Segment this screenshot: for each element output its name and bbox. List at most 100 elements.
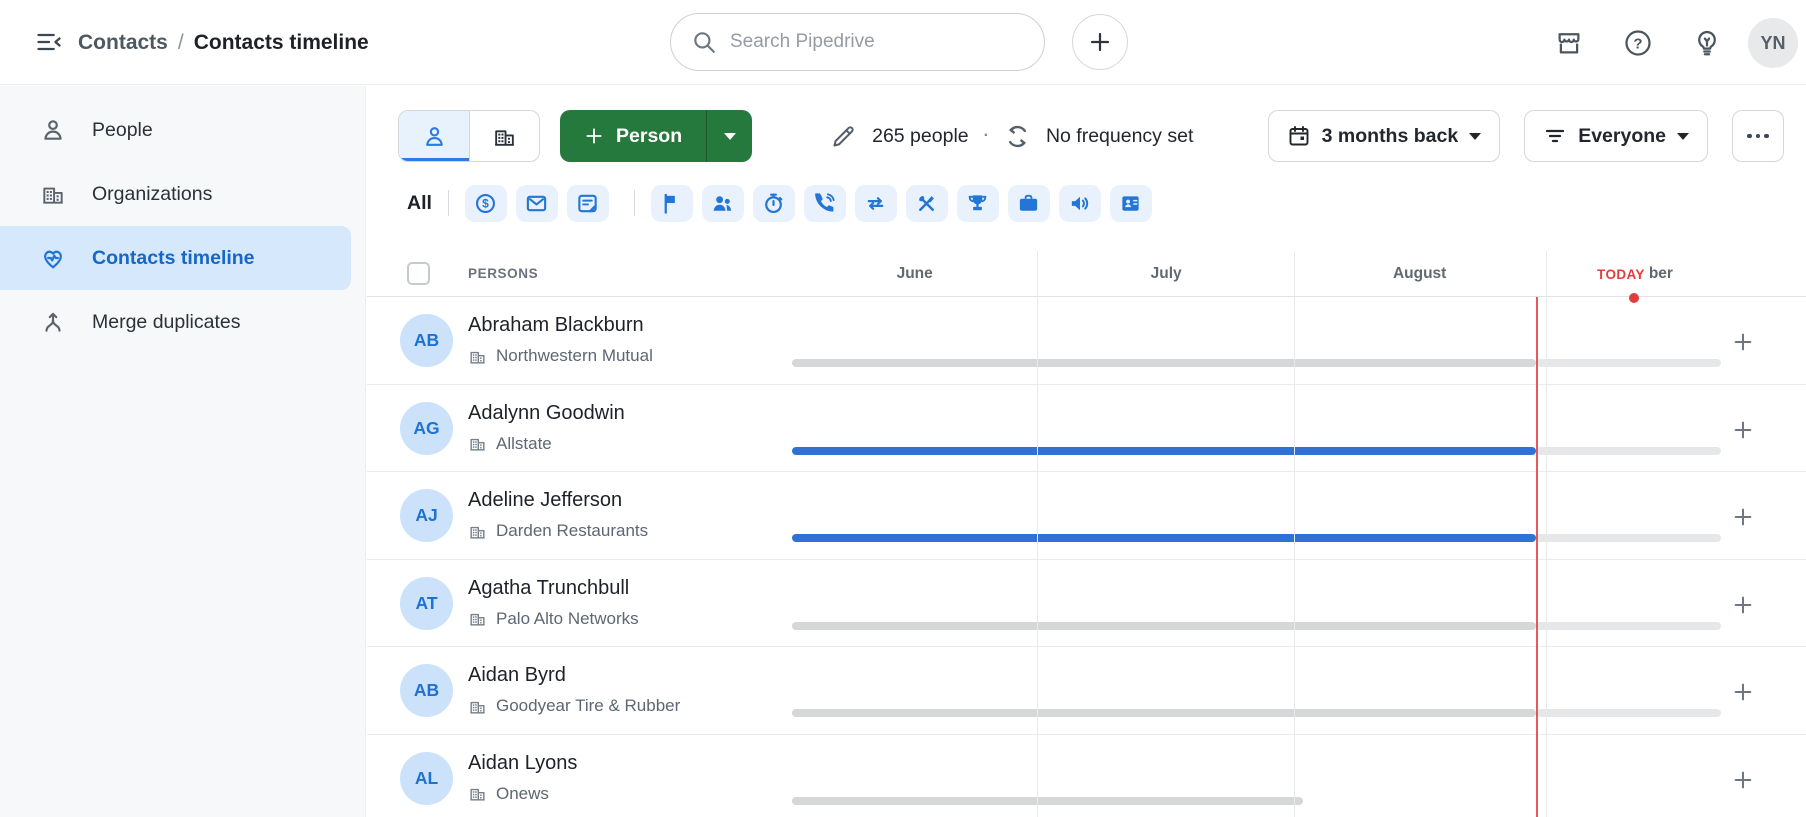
timeline-header: June July August TODAY ber [792,251,1806,303]
person-organization[interactable]: Northwestern Mutual [468,346,653,366]
collapse-nav-button[interactable] [30,24,68,62]
frequency-status[interactable]: No frequency set [1046,125,1193,148]
date-range-button[interactable]: 3 months back [1267,110,1501,162]
person-name[interactable]: Abraham Blackburn [468,314,644,337]
sidebar-item-contacts-timeline[interactable]: Contacts timeline [0,226,351,290]
month-header-june: June [896,265,933,282]
person-name[interactable]: Adeline Jefferson [468,489,622,512]
trophy-icon [966,192,989,215]
activity-filter-trophy[interactable] [956,184,999,222]
person-name[interactable]: Agatha Trunchbull [468,577,629,600]
add-activity-button[interactable] [1728,590,1758,620]
person-icon [40,117,66,143]
avatar[interactable]: AB [400,664,453,717]
add-person-button[interactable]: Person [560,110,707,162]
plus-icon [1732,506,1754,528]
organization-name: Goodyear Tire & Rubber [496,696,681,715]
activity-filter-flag[interactable] [650,184,693,222]
collapse-nav-icon [35,44,63,59]
add-activity-button[interactable] [1728,765,1758,795]
add-activity-button[interactable] [1728,415,1758,445]
activity-filter-contact-card[interactable] [1109,184,1152,222]
month-header-august: August [1392,265,1447,282]
quick-add-button[interactable] [1072,14,1128,70]
filter-lines-icon [1543,124,1567,148]
question-mark-icon [1623,28,1653,58]
avatar[interactable]: AG [400,401,453,455]
timeline-bar-past-inactive [792,709,1537,717]
activity-filter-briefcase[interactable] [1007,184,1050,222]
person-icon [422,124,447,149]
merge-icon [40,309,66,335]
search-input[interactable] [730,31,1024,53]
add-person-dropdown-button[interactable] [706,110,753,162]
toggle-people-view[interactable] [399,111,469,161]
building-icon [468,522,487,541]
add-activity-button[interactable] [1728,677,1758,707]
activity-filter-audio[interactable] [1058,184,1101,222]
add-activity-button[interactable] [1728,502,1758,532]
more-options-button[interactable] [1732,110,1784,162]
toggle-organizations-view[interactable] [469,111,539,161]
timeline-bar-future [1536,359,1721,367]
meeting-people-icon [711,192,734,215]
lightbulb-icon [1692,28,1722,58]
person-name[interactable]: Aidan Byrd [468,664,566,687]
activity-filter-meeting[interactable] [701,184,744,222]
stopwatch-icon [762,192,785,215]
help-button[interactable] [1617,22,1659,64]
visibility-filter-label: Everyone [1578,124,1666,147]
avatar[interactable]: AB [400,314,453,367]
frequency-button[interactable] [1004,123,1031,150]
select-all-checkbox[interactable] [407,262,430,285]
avatar[interactable]: AL [400,751,453,805]
activity-filter-sync[interactable] [854,184,897,222]
person-organization[interactable]: Onews [468,784,549,804]
person-organization[interactable]: Darden Restaurants [468,521,648,541]
people-count[interactable]: 265 people [872,125,969,148]
organization-name: Palo Alto Networks [496,608,639,628]
activity-filter-call[interactable] [803,184,846,222]
activity-filter-note[interactable] [566,184,609,222]
plus-icon [1732,331,1754,353]
sidebar-item-merge-duplicates[interactable]: Merge duplicates [0,290,351,354]
user-avatar[interactable]: YN [1748,18,1798,68]
organization-name: Northwestern Mutual [496,346,653,365]
table-row: AG Adalynn Goodwin Allstate [367,385,1806,472]
organization-name: Darden Restaurants [496,521,649,540]
marketplace-button[interactable] [1548,22,1590,64]
add-person-label: Person [616,124,683,147]
suggestions-button[interactable] [1686,22,1728,64]
breadcrumb-parent-link[interactable]: Contacts [78,31,168,55]
refresh-icon [1004,123,1031,150]
activity-filter-deal[interactable] [464,184,507,222]
activity-filter-lunch[interactable] [905,184,948,222]
activity-filter-deadline[interactable] [752,184,795,222]
avatar[interactable]: AJ [400,489,453,542]
timeline-track [792,647,1806,734]
table-row: AT Agatha Trunchbull Palo Alto Networks [367,560,1806,647]
person-organization[interactable]: Goodyear Tire & Rubber [468,696,680,716]
avatar[interactable]: AT [400,576,453,630]
person-name[interactable]: Adalynn Goodwin [468,402,625,425]
building-icon [492,124,517,149]
activity-filter-email[interactable] [515,184,558,222]
search-bar[interactable] [670,13,1045,71]
sync-arrows-icon [864,192,887,215]
edit-list-button[interactable] [830,123,857,150]
briefcase-icon [1017,192,1040,215]
sidebar-item-organizations[interactable]: Organizations [0,162,351,226]
visibility-filter-button[interactable]: Everyone [1524,110,1708,162]
add-activity-button[interactable] [1728,327,1758,357]
person-name[interactable]: Aidan Lyons [468,752,577,775]
note-icon [576,192,599,215]
building-icon [468,697,487,716]
timeline-bar-past-inactive [792,796,1304,805]
table-header: PERSONS June July August TODAY ber [367,251,1806,303]
person-organization[interactable]: Allstate [468,434,552,454]
person-organization[interactable]: Palo Alto Networks [468,609,639,629]
divider [447,190,449,216]
filter-all[interactable]: All [407,192,432,215]
table-row: AB Abraham Blackburn Northwestern Mutual [367,297,1806,385]
sidebar-item-people[interactable]: People [0,98,351,162]
